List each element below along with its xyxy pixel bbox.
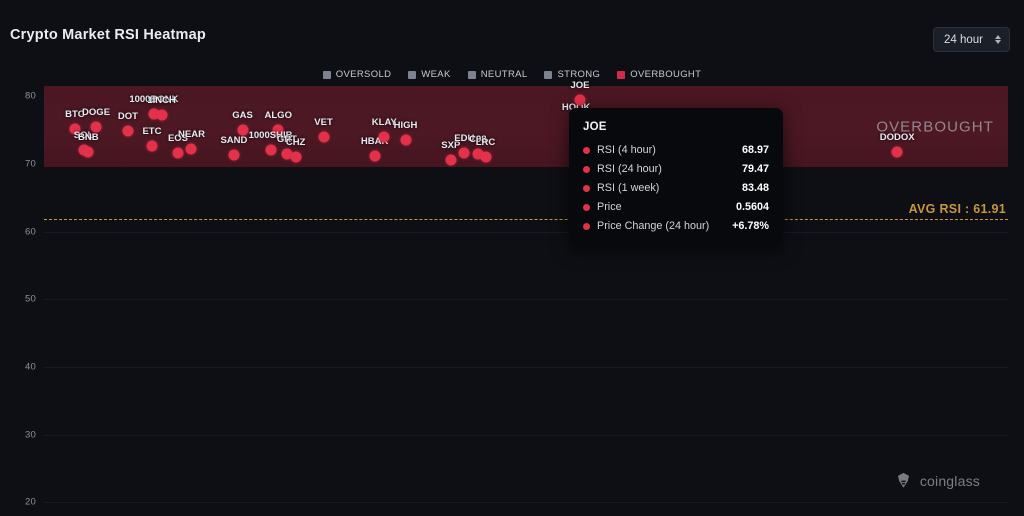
data-point-etc[interactable] xyxy=(146,140,158,152)
chart-plot-area: 80 70 60 50 40 30 20 OVERBOUGHT BTC DOGE SOL BNB DOT… xyxy=(0,0,1024,516)
data-point-vet[interactable] xyxy=(318,131,330,143)
point-tooltip: JOE RSI (4 hour) 68.97 RSI (24 hour) 79.47 R… xyxy=(569,108,783,245)
tooltip-row: RSI (24 hour) 79.47 xyxy=(583,163,769,175)
band-overbought: OVERBOUGHT xyxy=(44,86,1008,168)
y-axis-tick-label: 70 xyxy=(25,158,36,170)
tooltip-row: Price Change (24 hour) +6.78% xyxy=(583,220,769,232)
tooltip-row: RSI (1 week) 83.48 xyxy=(583,182,769,194)
bullet-icon xyxy=(583,184,590,192)
watermark-text: coinglass xyxy=(919,472,980,489)
tooltip-row: Price 0.5604 xyxy=(583,201,769,213)
y-axis-tick-label: 60 xyxy=(25,226,36,238)
y-axis-tick-label: 30 xyxy=(25,429,36,441)
data-point-gas[interactable] xyxy=(237,124,249,136)
y-axis-tick-label: 50 xyxy=(25,293,36,305)
gridline xyxy=(44,231,1008,233)
tooltip-row-value: 0.5604 xyxy=(735,201,769,213)
data-point-1000shib[interactable] xyxy=(265,144,277,156)
y-axis-tick-label: 20 xyxy=(25,496,36,508)
tooltip-row-value: 79.47 xyxy=(741,163,769,175)
data-point-klay[interactable] xyxy=(378,131,390,143)
tooltip-row-key: Price xyxy=(597,201,622,213)
data-point-sand[interactable] xyxy=(228,149,240,161)
coinglass-logo-icon xyxy=(897,472,909,488)
gridline xyxy=(44,367,1008,369)
gridline xyxy=(44,502,1008,504)
y-axis-tick-label: 80 xyxy=(25,90,36,102)
bullet-icon xyxy=(583,165,590,173)
data-point-eos[interactable] xyxy=(172,147,184,159)
bullet-icon xyxy=(583,222,590,230)
tooltip-row: RSI (4 hour) 68.97 xyxy=(583,144,769,156)
y-axis-tick-label: 40 xyxy=(25,361,36,373)
tooltip-row-key: RSI (4 hour) xyxy=(597,144,656,156)
tooltip-row-key: Price Change (24 hour) xyxy=(597,220,710,232)
data-point-lrc[interactable] xyxy=(480,151,491,163)
data-point-hbar[interactable] xyxy=(369,150,381,162)
data-point-chz[interactable] xyxy=(290,151,302,163)
tooltip-rows: RSI (4 hour) 68.97 RSI (24 hour) 79.47 RSI (… xyxy=(583,144,769,232)
data-point-1inch[interactable] xyxy=(156,109,168,121)
data-point-doge[interactable] xyxy=(90,121,102,133)
tooltip-row-value: 83.48 xyxy=(741,182,769,194)
data-point-dot[interactable] xyxy=(122,125,134,137)
band-label: OVERBOUGHT xyxy=(876,118,994,136)
data-point-high[interactable] xyxy=(400,134,411,146)
bullet-icon xyxy=(583,146,590,154)
data-point-joe[interactable] xyxy=(574,94,586,106)
rsi-heatmap-page: Crypto Market RSI Heatmap 24 hour OVERSO… xyxy=(0,0,1024,516)
data-point-bnb[interactable] xyxy=(82,146,94,158)
data-point-near[interactable] xyxy=(185,143,197,155)
avg-rsi-line xyxy=(44,218,1008,220)
data-point-btc[interactable] xyxy=(69,123,81,135)
gridline xyxy=(44,299,1008,301)
data-point-dodox[interactable] xyxy=(891,146,903,158)
tooltip-title: JOE xyxy=(583,121,607,133)
tooltip-row-key: RSI (24 hour) xyxy=(597,163,662,175)
bullet-icon xyxy=(583,203,590,211)
watermark: coinglass xyxy=(894,471,980,490)
data-point-sxp[interactable] xyxy=(445,154,457,166)
data-point-algo[interactable] xyxy=(272,124,284,136)
data-point-edu[interactable] xyxy=(458,147,470,159)
gridline xyxy=(44,434,1008,436)
tooltip-row-value: 68.97 xyxy=(741,144,769,156)
tooltip-row-key: RSI (1 week) xyxy=(597,182,660,194)
tooltip-row-value: +6.78% xyxy=(732,220,769,232)
avg-rsi-label: AVG RSI : 61.91 xyxy=(908,201,1006,216)
